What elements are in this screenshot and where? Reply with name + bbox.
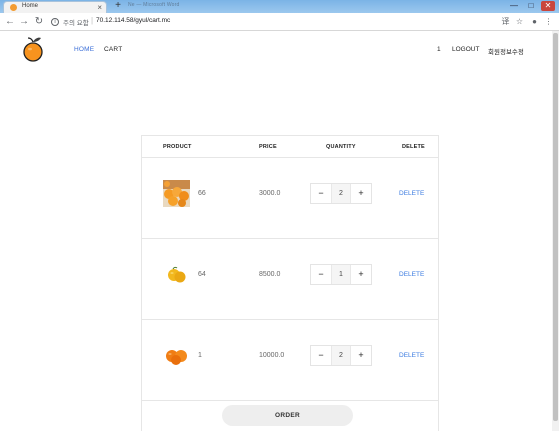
quantity-value[interactable]: 1	[331, 265, 351, 284]
url-separator: |	[91, 16, 94, 25]
cart-row: 66 3000.0 − 2 + DELETE	[142, 158, 438, 239]
browser-tab-strip: Home × + Ne — Microsoft Word — □ ✕	[0, 0, 559, 13]
product-price: 8500.0	[259, 271, 281, 278]
product-name: 64	[198, 271, 206, 278]
background-window-title: Ne — Microsoft Word	[128, 2, 180, 8]
nav-cart-link[interactable]: CART	[104, 46, 122, 53]
address-bar[interactable]: i 주의 요함 | 70.12.114.58/gyul/cart.mc	[51, 16, 499, 28]
increase-quantity-button[interactable]: +	[351, 346, 371, 365]
close-window-icon[interactable]: ✕	[541, 1, 555, 11]
header-price: PRICE	[259, 144, 277, 150]
cart-table: PRODUCT PRICE QUANTITY DELETE 66 3000.0 …	[141, 135, 439, 431]
header-quantity: QUANTITY	[326, 144, 356, 150]
new-tab-button[interactable]: +	[111, 1, 125, 12]
minimize-icon[interactable]: —	[507, 1, 521, 11]
increase-quantity-button[interactable]: +	[351, 184, 371, 203]
maximize-icon[interactable]: □	[524, 1, 538, 11]
tab-title: Home	[22, 3, 39, 9]
nav-home-link[interactable]: HOME	[74, 46, 94, 53]
orange-logo-icon[interactable]	[22, 36, 44, 63]
page-scrollbar[interactable]	[552, 31, 559, 431]
header-product: PRODUCT	[163, 144, 192, 150]
product-thumbnail-tangerines[interactable]	[163, 261, 190, 288]
cart-row: 64 8500.0 − 1 + DELETE	[142, 239, 438, 320]
quantity-value[interactable]: 2	[331, 184, 351, 203]
header-delete: DELETE	[402, 144, 425, 150]
back-arrow-icon[interactable]: ←	[4, 16, 16, 28]
product-thumbnail-oranges[interactable]	[163, 342, 190, 369]
forward-arrow-icon[interactable]: →	[18, 16, 30, 28]
product-name: 66	[198, 190, 206, 197]
cart-table-header: PRODUCT PRICE QUANTITY DELETE	[142, 136, 438, 158]
delete-item-link[interactable]: DELETE	[399, 352, 424, 359]
user-count: 1	[437, 46, 441, 53]
account-icon[interactable]: ●	[529, 16, 540, 27]
quantity-stepper: − 2 +	[310, 345, 372, 366]
product-price: 10000.0	[259, 352, 285, 359]
quantity-stepper: − 2 +	[310, 183, 372, 204]
product-name: 1	[198, 352, 202, 359]
browser-tab-home[interactable]: Home ×	[3, 1, 107, 13]
decrease-quantity-button[interactable]: −	[311, 346, 331, 365]
scrollbar-thumb[interactable]	[553, 33, 558, 421]
order-button[interactable]: ORDER	[222, 405, 353, 426]
bookmark-star-icon[interactable]: ☆	[514, 16, 525, 27]
info-icon[interactable]: i	[51, 18, 59, 26]
url-text[interactable]: 70.12.114.58/gyul/cart.mc	[96, 17, 170, 24]
cart-row: 1 10000.0 − 2 + DELETE	[142, 320, 438, 401]
security-status: 주의 요함	[63, 20, 89, 27]
browser-toolbar: ← → ↻ i 주의 요함 | 70.12.114.58/gyul/cart.m…	[0, 13, 559, 31]
quantity-value[interactable]: 2	[331, 346, 351, 365]
profile-edit-link[interactable]: 회원정보수정	[488, 46, 524, 56]
translate-icon[interactable]: 译	[500, 16, 511, 27]
tab-close-icon[interactable]: ×	[97, 2, 102, 13]
delete-item-link[interactable]: DELETE	[399, 271, 424, 278]
product-thumbnail-oranges-crate[interactable]	[163, 180, 190, 207]
increase-quantity-button[interactable]: +	[351, 265, 371, 284]
quantity-stepper: − 1 +	[310, 264, 372, 285]
decrease-quantity-button[interactable]: −	[311, 184, 331, 203]
reload-icon[interactable]: ↻	[33, 16, 45, 28]
orange-favicon-icon	[10, 4, 17, 11]
decrease-quantity-button[interactable]: −	[311, 265, 331, 284]
menu-icon[interactable]: ⋮	[543, 16, 554, 27]
page-content: HOME CART 1 LOGOUT 회원정보수정 PRODUCT PRICE …	[0, 31, 552, 431]
product-price: 3000.0	[259, 190, 281, 197]
delete-item-link[interactable]: DELETE	[399, 190, 424, 197]
logout-link[interactable]: LOGOUT	[452, 46, 479, 53]
window-controls: — □ ✕	[507, 1, 555, 12]
